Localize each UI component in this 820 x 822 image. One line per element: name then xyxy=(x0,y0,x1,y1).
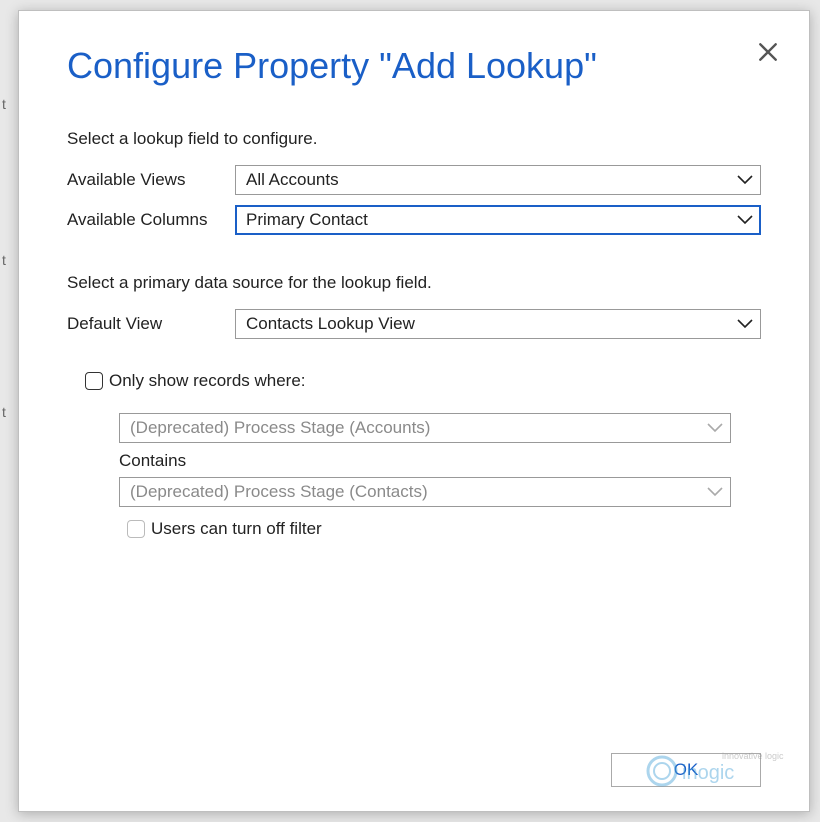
filter-target-field-select: (Deprecated) Process Stage (Contacts) xyxy=(119,477,731,507)
dialog-footer: OK xyxy=(67,753,761,787)
users-turn-off-row: Users can turn off filter xyxy=(127,519,731,539)
bg-fragment: t xyxy=(2,96,6,112)
close-icon[interactable] xyxy=(757,41,779,63)
default-view-select[interactable]: Contacts Lookup View xyxy=(235,309,761,339)
contains-label: Contains xyxy=(119,451,731,471)
available-columns-label: Available Columns xyxy=(67,210,235,230)
filter-source-field-select: (Deprecated) Process Stage (Accounts) xyxy=(119,413,731,443)
filter-target-field-value: (Deprecated) Process Stage (Contacts) xyxy=(130,482,428,502)
filter-block: Only show records where: (Deprecated) Pr… xyxy=(85,371,761,539)
filter-inner: (Deprecated) Process Stage (Accounts) Co… xyxy=(119,413,731,539)
users-turn-off-label: Users can turn off filter xyxy=(151,519,322,539)
available-views-label: Available Views xyxy=(67,170,235,190)
users-turn-off-checkbox xyxy=(127,520,145,538)
filter-source-field-value: (Deprecated) Process Stage (Accounts) xyxy=(130,418,430,438)
configure-property-dialog: Configure Property "Add Lookup" Select a… xyxy=(18,10,810,812)
available-views-value: All Accounts xyxy=(246,170,339,190)
available-columns-value: Primary Contact xyxy=(246,210,368,230)
available-views-row: Available Views All Accounts xyxy=(67,165,761,195)
default-view-label: Default View xyxy=(67,314,235,334)
dialog-title: Configure Property "Add Lookup" xyxy=(67,45,761,87)
section-intro-lookup: Select a lookup field to configure. xyxy=(67,129,761,149)
ok-button[interactable]: OK xyxy=(611,753,761,787)
bg-fragment: t xyxy=(2,252,6,268)
default-view-row: Default View Contacts Lookup View xyxy=(67,309,761,339)
default-view-value: Contacts Lookup View xyxy=(246,314,415,334)
available-columns-select[interactable]: Primary Contact xyxy=(235,205,761,235)
bg-fragment: t xyxy=(2,404,6,420)
available-views-select[interactable]: All Accounts xyxy=(235,165,761,195)
section-intro-datasource: Select a primary data source for the loo… xyxy=(67,273,761,293)
only-show-records-checkbox[interactable] xyxy=(85,372,103,390)
available-columns-row: Available Columns Primary Contact xyxy=(67,205,761,235)
only-show-records-label: Only show records where: xyxy=(109,371,306,391)
only-show-records-row: Only show records where: xyxy=(85,371,761,391)
ok-button-label: OK xyxy=(674,760,699,780)
